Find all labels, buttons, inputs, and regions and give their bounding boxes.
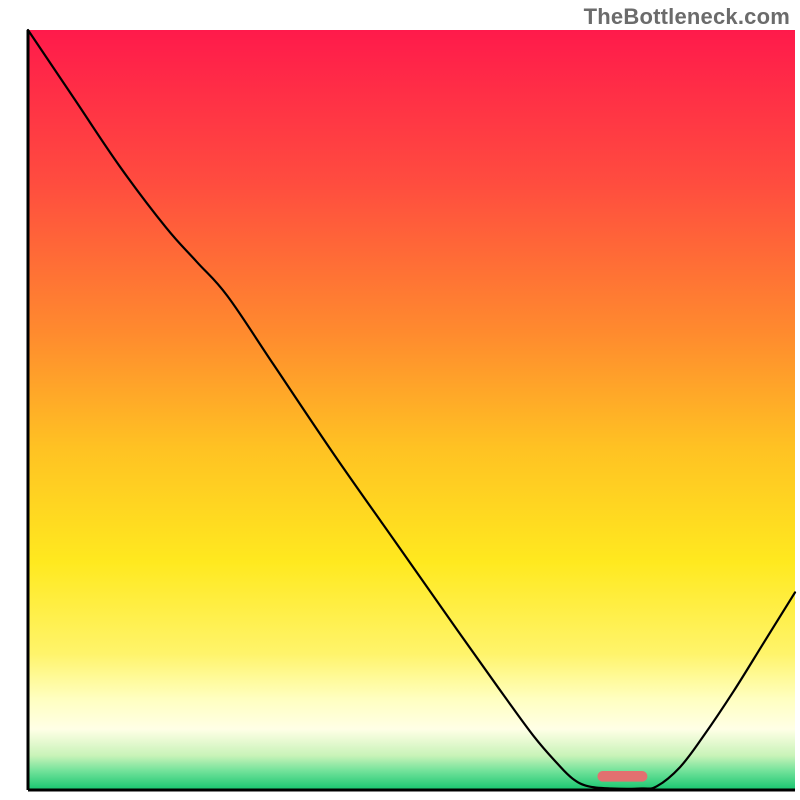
watermark-text: TheBottleneck.com xyxy=(584,4,790,30)
optimal-range-marker xyxy=(597,771,647,782)
chart-canvas xyxy=(0,0,800,800)
plot-area xyxy=(28,30,795,790)
plot-background xyxy=(28,30,795,790)
